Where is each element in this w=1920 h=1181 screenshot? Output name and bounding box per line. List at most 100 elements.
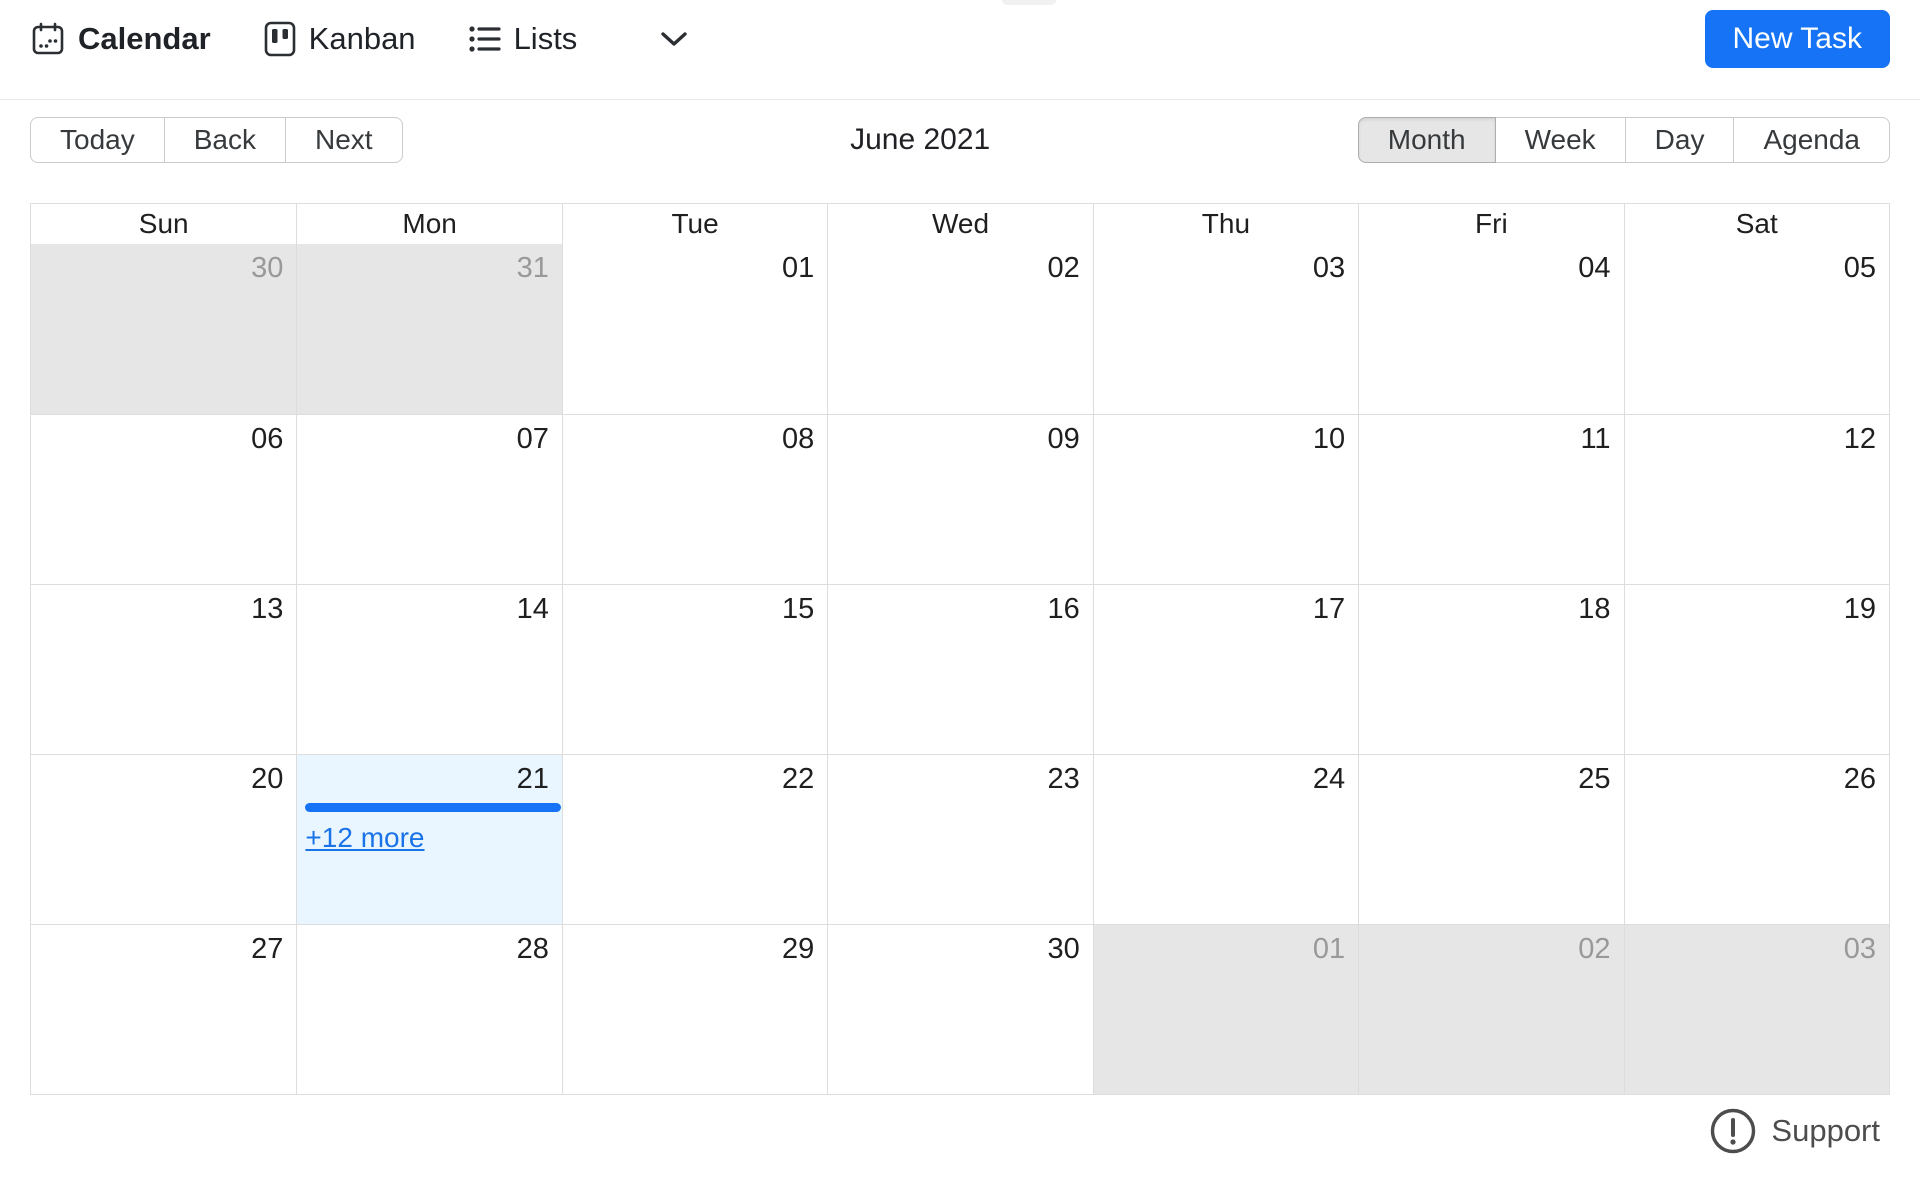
nav-tab-lists[interactable]: Lists [468,21,577,57]
date-label[interactable]: 23 [828,755,1092,796]
day-cell[interactable]: 01 [561,244,828,414]
day-cell[interactable]: 18 [1358,585,1624,754]
date-label[interactable]: 28 [297,925,561,966]
calendar-icon [30,21,66,57]
date-label[interactable]: 17 [1094,585,1358,626]
view-month-button[interactable]: Month [1357,117,1496,163]
event-bar[interactable] [305,803,561,812]
weekday-header-thu: Thu [1092,204,1358,244]
date-label[interactable]: 16 [828,585,1092,626]
support-link[interactable]: Support [1771,1113,1880,1149]
show-more-link[interactable]: +12 more [305,822,424,854]
date-label[interactable]: 07 [297,415,561,456]
calendar-title: June 2021 [850,123,991,156]
date-label[interactable]: 20 [31,755,296,796]
day-cell[interactable]: 10 [1092,415,1359,584]
day-cell[interactable]: 07 [296,415,562,584]
date-label[interactable]: 14 [297,585,561,626]
day-cell[interactable]: 14 [296,585,562,754]
date-label[interactable]: 29 [563,925,827,966]
date-label[interactable]: 03 [1625,925,1889,966]
view-day-button[interactable]: Day [1624,117,1735,163]
day-cell[interactable]: 29 [561,925,828,1094]
day-cell[interactable]: 24 [1092,755,1359,924]
weekday-header-fri: Fri [1358,204,1623,244]
date-label[interactable]: 11 [1359,415,1623,456]
date-label[interactable]: 12 [1625,415,1889,456]
day-cell[interactable]: 23 [827,755,1093,924]
day-cell-today[interactable]: 21 +12 more [296,755,562,924]
day-cell[interactable]: 27 [31,925,297,1094]
day-cell[interactable]: 26 [1623,755,1889,924]
date-label[interactable]: 04 [1359,244,1623,285]
today-button[interactable]: Today [30,117,165,163]
date-label[interactable]: 27 [31,925,296,966]
date-label[interactable]: 13 [31,585,296,626]
date-label[interactable]: 06 [31,415,296,456]
date-label[interactable]: 01 [1094,925,1358,966]
top-edge-cutoff-decoration [1002,0,1056,5]
weekday-header-sun: Sun [138,208,189,239]
day-cell[interactable]: 30 [827,925,1093,1094]
day-cell[interactable]: 03 [1623,925,1889,1094]
date-label[interactable]: 24 [1094,755,1358,796]
day-cell[interactable]: 19 [1623,585,1889,754]
view-agenda-button[interactable]: Agenda [1733,117,1890,163]
day-cell[interactable]: 13 [31,585,297,754]
date-label[interactable]: 01 [563,244,827,285]
day-cell[interactable]: 06 [31,415,297,584]
week-row: 06 07 08 09 10 11 12 [31,414,1889,584]
date-label[interactable]: 08 [563,415,827,456]
nav-tab-calendar-label: Calendar [78,20,211,56]
day-cell[interactable]: 28 [296,925,562,1094]
view-button-group: Month Week Day Agenda [1357,117,1890,163]
day-cell[interactable]: 30 [31,244,297,414]
date-label[interactable]: 22 [563,755,827,796]
day-cell[interactable]: 20 [31,755,297,924]
new-task-button[interactable]: New Task [1704,9,1890,68]
day-cell[interactable]: 22 [561,755,828,924]
date-label[interactable]: 05 [1625,244,1889,285]
footer: Support [0,1107,1880,1155]
calendar-toolbar: Today Back Next June 2021 Month Week Day… [30,117,1890,163]
day-cell[interactable]: 01 [1092,925,1359,1094]
day-cell[interactable]: 02 [1358,925,1624,1094]
date-label[interactable]: 09 [828,415,1092,456]
day-cell[interactable]: 09 [827,415,1093,584]
day-cell[interactable]: 08 [561,415,828,584]
date-label[interactable]: 02 [1359,925,1623,966]
nav-tab-calendar[interactable]: Calendar [30,21,211,57]
week-row: 13 14 15 16 17 18 19 [31,584,1889,754]
week-row: 27 28 29 30 01 02 03 [31,924,1889,1094]
next-button[interactable]: Next [284,117,403,163]
day-cell[interactable]: 12 [1623,415,1889,584]
day-cell[interactable]: 11 [1358,415,1624,584]
date-label[interactable]: 10 [1094,415,1358,456]
date-label[interactable]: 25 [1359,755,1623,796]
day-cell[interactable]: 03 [1092,244,1359,414]
nav-tab-kanban[interactable]: Kanban [263,20,416,58]
date-label[interactable]: 02 [828,244,1092,285]
day-cell[interactable]: 25 [1358,755,1624,924]
date-label[interactable]: 03 [1094,244,1358,285]
date-label[interactable]: 15 [563,585,827,626]
lists-icon [468,24,502,54]
date-label[interactable]: 19 [1625,585,1889,626]
day-cell[interactable]: 15 [561,585,828,754]
nav-button-group: Today Back Next [30,117,403,163]
date-label[interactable]: 30 [31,244,296,285]
date-label[interactable]: 26 [1625,755,1889,796]
day-cell[interactable]: 17 [1092,585,1359,754]
date-label[interactable]: 30 [828,925,1092,966]
day-cell[interactable]: 16 [827,585,1093,754]
day-cell[interactable]: 02 [827,244,1093,414]
nav-more-dropdown[interactable] [659,30,689,48]
day-cell[interactable]: 31 [296,244,562,414]
date-label[interactable]: 21 [297,755,561,796]
day-cell[interactable]: 04 [1358,244,1624,414]
day-cell[interactable]: 05 [1623,244,1889,414]
back-button[interactable]: Back [163,117,286,163]
date-label[interactable]: 31 [297,244,561,285]
date-label[interactable]: 18 [1359,585,1623,626]
view-week-button[interactable]: Week [1494,117,1626,163]
